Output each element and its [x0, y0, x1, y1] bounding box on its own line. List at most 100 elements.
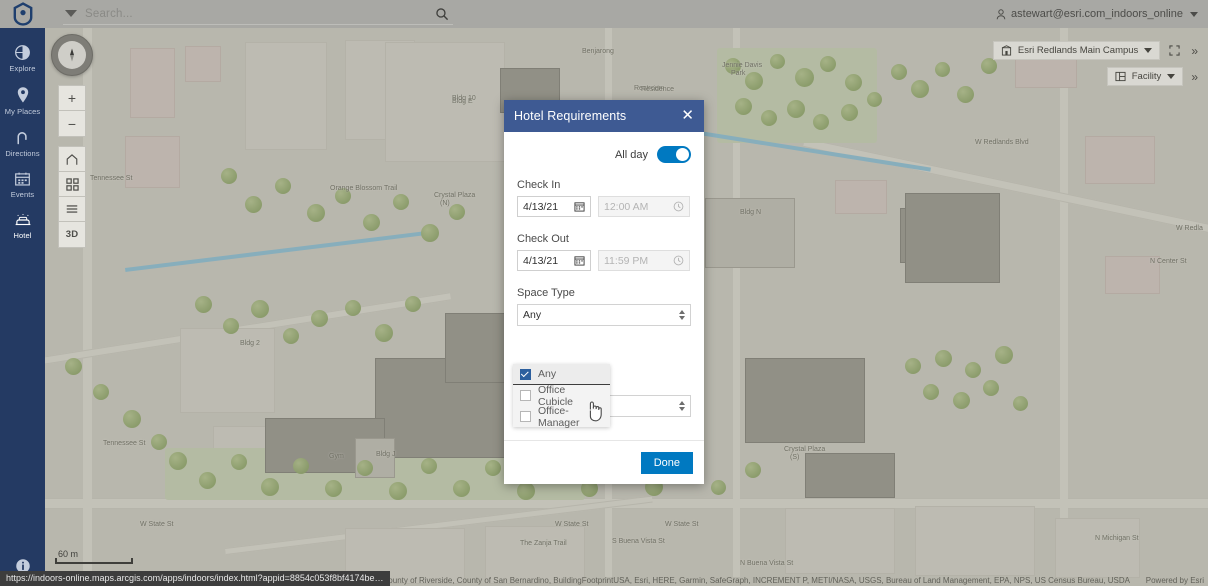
- map-text-label: Crystal Plaza: [434, 192, 475, 199]
- check-in-time-input: 12:00 AM: [598, 196, 690, 217]
- zoom-controls: + −: [58, 85, 86, 137]
- street-n-center: [1060, 28, 1068, 578]
- sidebar-item-explore[interactable]: Explore: [0, 38, 45, 80]
- top-bar: Search... astewart@esri.com_indoors_onli…: [0, 0, 1208, 28]
- check-out-date-input[interactable]: 4/13/21: [517, 250, 591, 271]
- scale-bar-line: [55, 558, 133, 564]
- sidebar-label-explore: Explore: [9, 64, 35, 73]
- select-stepper-icon: [679, 401, 685, 411]
- all-day-toggle[interactable]: [657, 146, 691, 163]
- space-type-dropdown-list: Any Office Cubicle Office-Manager: [513, 364, 610, 427]
- explore-globe-icon: [14, 44, 31, 61]
- account-name: astewart@esri.com_indoors_online: [1011, 8, 1183, 20]
- campus-chevron-down-icon[interactable]: [1144, 48, 1152, 53]
- search-bar[interactable]: Search...: [63, 3, 453, 25]
- close-icon[interactable]: ✕: [675, 106, 696, 127]
- toggle-knob: [676, 148, 689, 161]
- layers-list-icon: [65, 203, 79, 215]
- sidebar-label-hotel: Hotel: [13, 231, 31, 240]
- map-text-label: W State St: [140, 521, 173, 528]
- check-in-date-input[interactable]: 4/13/21: [517, 196, 591, 217]
- app-logo[interactable]: [0, 0, 45, 28]
- search-filter-caret-icon[interactable]: [65, 10, 77, 17]
- check-in-label: Check In: [517, 179, 691, 191]
- calendar-icon: [14, 171, 31, 187]
- check-in-date-value: 4/13/21: [523, 201, 558, 213]
- compass-button[interactable]: [51, 34, 93, 76]
- sidebar-label-my-places: My Places: [5, 107, 41, 116]
- map-text-label: W Redla: [1176, 225, 1203, 232]
- map-tool-column: + −: [51, 34, 93, 248]
- map-text-label: (N): [440, 200, 450, 207]
- map-text-label: Residence: [641, 86, 674, 93]
- map-text-label: Bldg 10: [452, 95, 476, 102]
- account-chevron-down-icon[interactable]: [1190, 12, 1198, 17]
- dropdown-option-office-cubicle[interactable]: Office Cubicle: [513, 385, 610, 406]
- sidebar-item-events[interactable]: Events: [0, 165, 45, 206]
- dialog-body: All day Check In 4/13/21: [504, 132, 704, 440]
- sidebar-label-events: Events: [11, 190, 35, 199]
- facility-selectors: Esri Redlands Main Campus »: [993, 41, 1200, 86]
- map-text-label: Bldg 2: [240, 340, 260, 347]
- check-in-row: 4/13/21 12:00 AM: [517, 196, 691, 217]
- dropdown-option-label: Office-Manager: [538, 405, 603, 429]
- zoom-in-button[interactable]: +: [59, 86, 85, 111]
- search-input[interactable]: Search...: [85, 8, 133, 20]
- expand-icon[interactable]: [1166, 42, 1183, 59]
- attribution-text: of Redlands, County of Riverside, County…: [335, 576, 1129, 585]
- dropdown-option-any[interactable]: Any: [513, 364, 610, 385]
- map-text-label: Tennessee St: [103, 440, 145, 447]
- floor-chevron-down-icon[interactable]: [1167, 74, 1175, 79]
- home-button[interactable]: [59, 147, 85, 172]
- campus-label: Esri Redlands Main Campus: [1018, 45, 1138, 56]
- check-out-time-input: 11:59 PM: [598, 250, 690, 271]
- map-text-label: Park: [731, 70, 745, 77]
- clock-icon: [673, 255, 684, 266]
- parcel: [130, 48, 175, 118]
- parcel: [785, 508, 895, 574]
- campus-selector[interactable]: Esri Redlands Main Campus: [993, 41, 1160, 60]
- check-out-date-value: 4/13/21: [523, 255, 558, 267]
- sidebar-item-my-places[interactable]: My Places: [0, 80, 45, 123]
- calendar-icon[interactable]: [574, 255, 585, 266]
- hotel-bed-icon: [14, 212, 32, 228]
- done-button[interactable]: Done: [641, 452, 693, 474]
- checkbox-icon[interactable]: [520, 411, 531, 422]
- space-type-select[interactable]: Any: [517, 304, 691, 326]
- calendar-icon[interactable]: [574, 201, 585, 212]
- parcel: [915, 506, 1035, 576]
- campus-expand-chevron[interactable]: »: [1189, 44, 1200, 58]
- map-text-label: Bldg J: [376, 451, 395, 458]
- account-menu[interactable]: astewart@esri.com_indoors_online: [996, 8, 1198, 20]
- dropdown-option-office-manager[interactable]: Office-Manager: [513, 406, 610, 427]
- dialog-title-bar: Hotel Requirements ✕: [504, 100, 704, 132]
- check-in-time-value: 12:00 AM: [604, 201, 648, 213]
- basemap-button[interactable]: [59, 172, 85, 197]
- view-3d-button[interactable]: 3D: [59, 222, 85, 247]
- parcel: [385, 42, 505, 162]
- floor-expand-chevron[interactable]: »: [1189, 70, 1200, 84]
- map-text-label: W State St: [665, 521, 698, 528]
- user-icon: [996, 9, 1006, 20]
- map-text-label: N Michigan St: [1095, 535, 1139, 542]
- map-text-label: N Center St: [1150, 258, 1187, 265]
- scale-bar: 60 m: [55, 549, 133, 564]
- all-day-row: All day: [517, 146, 691, 163]
- layers-button[interactable]: [59, 197, 85, 222]
- clock-icon: [673, 201, 684, 212]
- map-text-label: N Buena Vista St: [740, 560, 793, 567]
- checkbox-checked-icon[interactable]: [520, 369, 531, 380]
- zoom-out-button[interactable]: −: [59, 111, 85, 136]
- sidebar-label-directions: Directions: [5, 149, 39, 158]
- floor-selector[interactable]: Facility: [1107, 67, 1184, 86]
- floor-label: Facility: [1132, 71, 1162, 82]
- basemap-grid-icon: [66, 178, 79, 191]
- parcel: [125, 136, 180, 188]
- map-text-label: Orange Blossom Trail: [330, 185, 397, 192]
- checkbox-icon[interactable]: [520, 390, 531, 401]
- sidebar-item-hotel[interactable]: Hotel: [0, 206, 45, 247]
- map-text-label: S Buena Vista St: [612, 538, 665, 545]
- search-icon[interactable]: [435, 7, 449, 21]
- parcel: [180, 328, 275, 413]
- sidebar-item-directions[interactable]: Directions: [0, 123, 45, 165]
